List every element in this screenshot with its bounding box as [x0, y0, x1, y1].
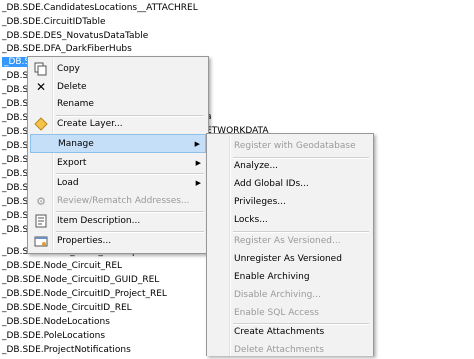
submenu-arrow-icon: ▶ — [195, 179, 201, 187]
menu-item-enable-archiving[interactable]: Enable Archiving — [234, 268, 310, 286]
menu-item-enable-sql-access[interactable]: Enable SQL Access — [234, 304, 319, 322]
menu-item-export[interactable]: Export ▶ — [30, 154, 206, 173]
menu-item-review-rematch[interactable]: ⚙ Review/Rematch Addresses... — [30, 192, 206, 211]
menu-item-add-global-ids[interactable]: Add Global IDs... — [234, 175, 309, 193]
tree-row[interactable]: _DB.SDE.Node_CircuitID_GUID_REL — [0, 273, 159, 288]
menu-item-unregister-as-versioned[interactable]: Unregister As Versioned — [234, 250, 342, 268]
tree-row[interactable]: _DB.SDE.Node_Circuit_REL — [0, 259, 122, 274]
tree-row[interactable]: _DB.SDE.NodeLocations — [0, 315, 110, 330]
menu-item-rename[interactable]: Rename — [30, 95, 206, 114]
menu-item-manage[interactable]: Manage ▶ — [30, 134, 206, 153]
tree-row[interactable]: _DB.SDE.Node_CircuitID_Project_REL — [0, 287, 167, 302]
menu-item-locks[interactable]: Locks... — [234, 211, 268, 229]
menu-gutter — [229, 136, 231, 356]
menu-item-item-description[interactable]: Item Description... — [30, 212, 206, 231]
tree-row[interactable]: _DB.SDE.Node_CircuitID_REL — [0, 301, 132, 316]
menu-item-privileges[interactable]: Privileges... — [234, 193, 286, 211]
context-menu: Copy ✕ Delete Rename Create Layer... Man… — [27, 56, 209, 254]
tree-row[interactable]: _DB.SDE.CircuitIDTable — [0, 15, 105, 30]
manage-submenu: Register with Geodatabase Analyze... Add… — [206, 133, 374, 356]
menu-item-create-attachments[interactable]: Create Attachments — [234, 323, 324, 341]
layer-diamond-icon — [33, 117, 49, 132]
properties-icon — [33, 234, 49, 249]
menu-item-properties[interactable]: Properties... — [30, 232, 206, 251]
copy-icon — [33, 62, 49, 77]
tree-row[interactable]: _DB.SDE.CandidatesLocations__ATTACHREL — [0, 1, 198, 16]
menu-item-create-layer[interactable]: Create Layer... — [30, 115, 206, 134]
tree-row[interactable]: _DB.SDE.ProjectNotifications — [0, 343, 131, 358]
menu-item-disable-archiving[interactable]: Disable Archiving... — [234, 286, 321, 304]
menu-item-delete-attachments[interactable]: Delete Attachments — [234, 341, 324, 359]
menu-item-analyze[interactable]: Analyze... — [234, 157, 278, 175]
delete-x-icon: ✕ — [35, 80, 47, 94]
menu-item-register-as-versioned[interactable]: Register As Versioned... — [234, 232, 341, 250]
item-description-icon — [33, 214, 49, 229]
menu-item-load[interactable]: Load ▶ — [30, 174, 206, 193]
submenu-arrow-icon: ▶ — [194, 140, 200, 148]
tree-row[interactable]: _DB.SDE.PoleLocations — [0, 329, 105, 344]
review-addresses-icon: ⚙ — [36, 195, 46, 208]
submenu-arrow-icon: ▶ — [195, 159, 201, 167]
menu-item-copy[interactable]: Copy — [30, 60, 206, 79]
menu-item-register-with-geodatabase[interactable]: Register with Geodatabase — [234, 137, 356, 155]
